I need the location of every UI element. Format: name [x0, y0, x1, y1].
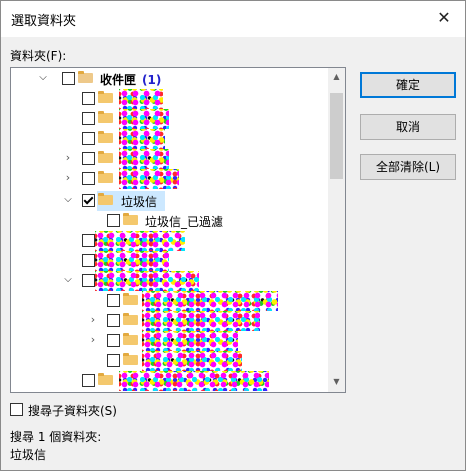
chevron-down-icon[interactable]: ⌵ [37, 71, 49, 85]
folder-icon [98, 91, 113, 103]
folder-icon [123, 213, 138, 225]
folder-list-label: 資料夾(F): [10, 49, 67, 63]
dialog-title: 選取資料夾 [11, 14, 77, 29]
cancel-button[interactable]: 取消 [360, 114, 456, 140]
checkbox[interactable] [82, 132, 95, 145]
tree-row[interactable]: ⌵ [11, 271, 329, 291]
chevron-right-icon[interactable]: › [87, 313, 99, 327]
redacted-label [142, 311, 260, 331]
search-summary: 搜尋 1 個資料夾: [10, 430, 102, 444]
checkbox[interactable] [107, 334, 120, 347]
checkbox-inbox[interactable] [62, 72, 75, 85]
checkbox[interactable] [107, 294, 120, 307]
folder-icon [98, 151, 113, 163]
scroll-down-icon[interactable]: ▼ [328, 373, 345, 390]
folder-icon [98, 111, 113, 123]
title-bar: 選取資料夾 ✕ [1, 1, 465, 37]
checkbox[interactable] [82, 112, 95, 125]
redacted-label [119, 149, 169, 169]
unread-count: (1) [142, 73, 162, 87]
tree-row[interactable] [11, 371, 329, 391]
searched-folder-name: 垃圾信 [10, 448, 47, 462]
select-folder-dialog: 選取資料夾 ✕ 資料夾(F): ⌵ 收件匣 (1) › › ⌵ 垃圾信 垃圾信_… [0, 0, 466, 471]
tree-row[interactable]: › [11, 331, 329, 351]
redacted-label [142, 351, 242, 371]
checkbox[interactable] [107, 354, 120, 367]
redacted-label [119, 371, 269, 391]
tree-row[interactable] [11, 351, 329, 371]
tree-row[interactable]: › [11, 311, 329, 331]
tree-row[interactable] [11, 291, 329, 311]
tree-row-inbox[interactable]: ⌵ 收件匣 (1) [11, 69, 329, 89]
redacted-label [119, 89, 163, 109]
tree-row[interactable] [11, 109, 329, 129]
chevron-right-icon[interactable]: › [62, 171, 74, 185]
ok-button[interactable]: 確定 [360, 72, 456, 98]
checkbox[interactable] [82, 274, 95, 287]
tree-row[interactable] [11, 251, 329, 271]
tree-row[interactable] [11, 129, 329, 149]
chevron-right-icon[interactable]: › [62, 151, 74, 165]
chevron-down-icon[interactable]: ⌵ [62, 273, 74, 287]
folder-icon [123, 293, 138, 305]
checkbox[interactable] [82, 172, 95, 185]
folder-icon [98, 131, 113, 143]
redacted-label [142, 331, 238, 351]
redacted-label [142, 291, 278, 311]
tree-row[interactable]: › [11, 149, 329, 169]
tree-row[interactable] [11, 89, 329, 109]
checkbox[interactable] [82, 92, 95, 105]
clear-all-button[interactable]: 全部清除(L) [360, 154, 456, 180]
folder-icon [98, 193, 113, 205]
tree-row[interactable]: › [11, 169, 329, 189]
tree-row-junk-filtered[interactable]: 垃圾信_已過濾 [11, 211, 329, 231]
checkbox[interactable] [82, 152, 95, 165]
tree-item-label: 垃圾信_已過濾 [145, 215, 224, 229]
checkbox[interactable] [107, 314, 120, 327]
close-icon[interactable]: ✕ [429, 4, 459, 32]
folder-icon [98, 171, 113, 183]
tree-row-junk[interactable]: ⌵ 垃圾信 [11, 191, 329, 211]
tree-item-label: 收件匣 (1) [100, 73, 162, 87]
redacted-label [95, 271, 199, 291]
scroll-up-icon[interactable]: ▲ [328, 68, 345, 85]
redacted-label [95, 231, 185, 251]
folder-tree[interactable]: ⌵ 收件匣 (1) › › ⌵ 垃圾信 垃圾信_已過濾 ⌵ › › ▲ ▼ [10, 67, 346, 393]
folder-icon [123, 353, 138, 365]
redacted-label [119, 109, 169, 129]
checkbox[interactable] [82, 234, 95, 247]
chevron-right-icon[interactable]: › [87, 333, 99, 347]
redacted-label [95, 251, 169, 271]
folder-icon [123, 313, 138, 325]
checkbox-junk-filtered[interactable] [107, 214, 120, 227]
redacted-label [119, 169, 179, 189]
search-subfolders-checkbox[interactable] [10, 403, 23, 416]
scroll-thumb[interactable] [330, 93, 343, 179]
chevron-down-icon[interactable]: ⌵ [62, 193, 74, 207]
checkbox[interactable] [82, 374, 95, 387]
checkbox[interactable] [82, 254, 95, 267]
inbox-folder-icon [78, 71, 93, 83]
tree-item-label: 垃圾信 [121, 195, 158, 209]
vertical-scrollbar[interactable]: ▲ ▼ [328, 68, 345, 392]
redacted-label [119, 129, 165, 149]
search-subfolders-label: 搜尋子資料夾(S) [28, 404, 117, 418]
folder-icon [123, 333, 138, 345]
checkbox-junk[interactable] [82, 194, 95, 207]
tree-row[interactable] [11, 231, 329, 251]
folder-icon [98, 373, 113, 385]
